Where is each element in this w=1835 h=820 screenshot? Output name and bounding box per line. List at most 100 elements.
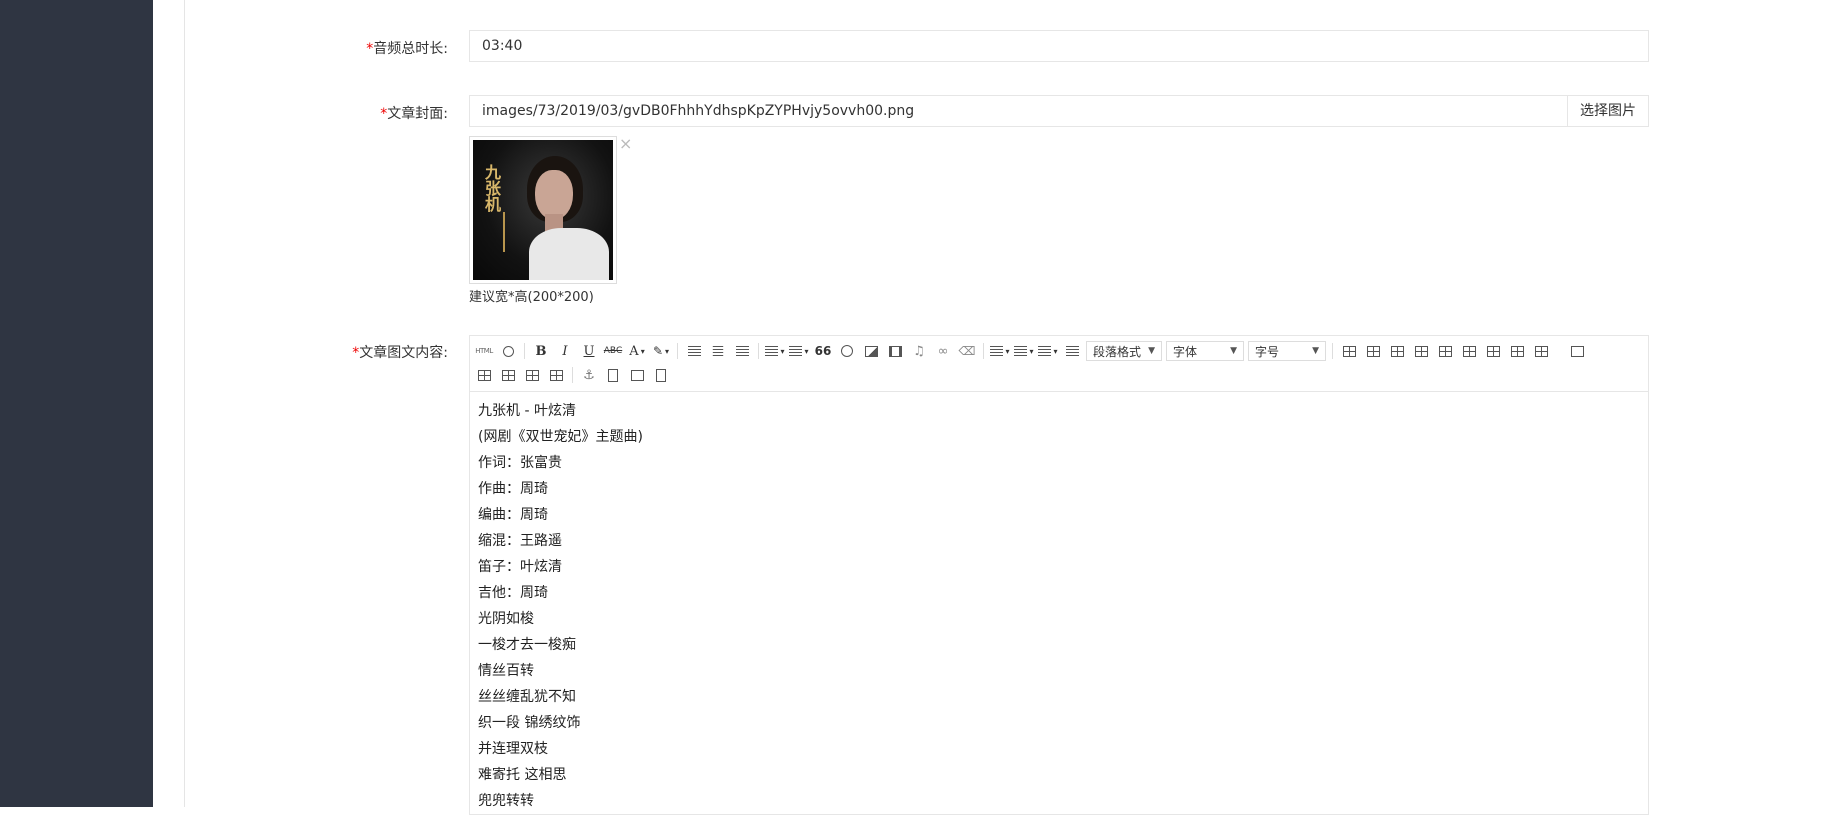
content-line: 作曲：周琦 [478,481,548,497]
sidebar [0,0,153,807]
delete-row-icon[interactable] [1435,341,1455,361]
toolbar-separator [758,343,759,359]
video-icon[interactable] [885,341,905,361]
highlight-icon[interactable]: ✎ ▾ [651,341,671,361]
page-margin [1779,0,1835,807]
toolbar-separator [572,367,573,383]
font-family-select[interactable]: 字体 ▼ [1166,341,1244,361]
choose-image-button[interactable]: 选择图片 [1567,96,1648,126]
paragraph-format-select[interactable]: 段落格式 ▼ [1086,341,1162,361]
link-icon[interactable]: ∞ [933,341,953,361]
content-line: 缩混：王路遥 [478,533,562,549]
preview-icon[interactable] [498,341,518,361]
anchor-icon[interactable]: ⚓ [579,365,599,385]
content-line: 难寄托 这相思 [478,767,567,783]
cover-label-text: 文章封面: [387,106,448,122]
content-line: 笛子：叶炫清 [478,559,562,575]
cover-path-field[interactable]: images/73/2019/03/gvDB0FhhhYdhspKpZYPHvj… [469,95,1649,127]
chevron-down-icon: ▼ [1230,346,1237,356]
cover-image: 九张机 [473,140,613,280]
insert-column-icon[interactable] [1459,341,1479,361]
strikethrough-button[interactable]: ABC [603,341,623,361]
editor-content-area[interactable]: 九张机 - 叶炫清 (网剧《双世宠妃》主题曲) 作词：张富贵 作曲：周琦 编曲：周琦 缩混… [470,392,1648,820]
blockquote-button[interactable]: 66 [813,341,833,361]
bold-label: B [535,343,547,359]
split-columns-icon[interactable] [546,365,566,385]
toolbar-separator [983,343,984,359]
merge-cells-icon[interactable] [1507,341,1527,361]
merge-down-icon[interactable] [474,365,494,385]
content-line: 丝丝缠乱犹不知 [478,689,576,705]
insert-table-icon[interactable] [1339,341,1359,361]
row-spacing-bottom-icon[interactable]: ▾ [1014,341,1034,361]
underline-label: U [583,343,595,359]
split-cells-icon[interactable] [498,365,518,385]
delete-column-icon[interactable] [1483,341,1503,361]
content-line: 情丝百转 [478,663,534,679]
html-label: HTML [475,347,493,355]
calligraphy-text: 九张机 [482,164,501,212]
gold-line [503,212,505,252]
font-color-label: A [629,343,639,359]
cover-thumbnail: 九张机 [469,136,617,284]
duration-label: *音频总时长: [184,38,448,58]
toolbar-separator [677,343,678,359]
italic-button[interactable]: I [555,341,575,361]
toolbar-row-2: ⚓ [474,364,675,386]
paste-icon[interactable] [651,365,671,385]
toolbar-row-1: HTML B I U ABC A▾ ✎▾ ▾ ▾ 66 ♫ ∞ ⌫ ▾ ▾ [474,340,1591,362]
line-height-icon[interactable]: ▾ [1038,341,1058,361]
size-select-value: 字号 [1255,344,1280,359]
content-line: 织一段 锦绣纹饰 [478,715,581,731]
rich-text-editor[interactable]: HTML B I U ABC A▾ ✎▾ ▾ ▾ 66 ♫ ∞ ⌫ ▾ ▾ [469,335,1649,815]
delete-table-icon[interactable] [1363,341,1383,361]
duration-field[interactable] [469,30,1649,62]
print-icon[interactable] [627,365,647,385]
content-line: (网剧《双世宠妃》主题曲) [478,429,643,445]
size-hint: 建议宽*高(200*200) [469,290,594,305]
duration-input[interactable] [470,31,1644,61]
portrait-dress [529,228,609,280]
insert-paragraph-before-table-icon[interactable] [1387,341,1407,361]
cover-label: *文章封面: [184,103,448,123]
content-line: 光阴如梭 [478,611,534,627]
strike-label: ABC [603,346,623,356]
duration-label-text: 音频总时长: [373,41,448,57]
editor-toolbar: HTML B I U ABC A▾ ✎▾ ▾ ▾ 66 ♫ ∞ ⌫ ▾ ▾ [470,336,1648,392]
underline-button[interactable]: U [579,341,599,361]
image-icon[interactable] [861,341,881,361]
toolbar-separator [1332,343,1333,359]
content-line: 一梭才去一梭痴 [478,637,576,653]
merge-right-icon[interactable] [1531,341,1551,361]
chevron-down-icon: ▼ [1312,346,1319,356]
align-right-icon[interactable] [732,341,752,361]
calligraphy-logo: 九张机 [482,164,531,215]
remove-image-icon[interactable]: × [619,134,632,153]
align-center-icon[interactable] [708,341,728,361]
quote-label: 66 [814,344,832,358]
row-spacing-top-icon[interactable]: ▾ [990,341,1010,361]
page-break-icon[interactable] [603,365,623,385]
cover-path-input[interactable]: images/73/2019/03/gvDB0FhhhYdhspKpZYPHvj… [470,96,1648,126]
align-left-icon[interactable] [684,341,704,361]
split-rows-icon[interactable] [522,365,542,385]
emoji-icon[interactable] [837,341,857,361]
content-line: 作词：张富贵 [478,455,562,471]
font-color-button[interactable]: A ▾ [627,341,647,361]
font-size-select[interactable]: 字号 ▼ [1248,341,1326,361]
content-line: 并连理双枝 [478,741,548,757]
insert-row-icon[interactable] [1411,341,1431,361]
music-icon[interactable]: ♫ [909,341,929,361]
bold-button[interactable]: B [531,341,551,361]
eraser-icon[interactable]: ⌫ [957,341,977,361]
content-line: 兜兜转转 [478,793,534,809]
content-label: *文章图文内容: [184,342,448,362]
content-line: 九张机 - 叶炫清 [478,403,576,419]
ordered-list-icon[interactable]: ▾ [765,341,785,361]
unordered-list-icon[interactable]: ▾ [789,341,809,361]
chevron-down-icon: ▼ [1148,346,1155,356]
font-select-value: 字体 [1173,344,1198,359]
fullscreen-icon[interactable] [1567,341,1587,361]
indent-icon[interactable] [1062,341,1082,361]
html-source-button[interactable]: HTML [474,341,494,361]
